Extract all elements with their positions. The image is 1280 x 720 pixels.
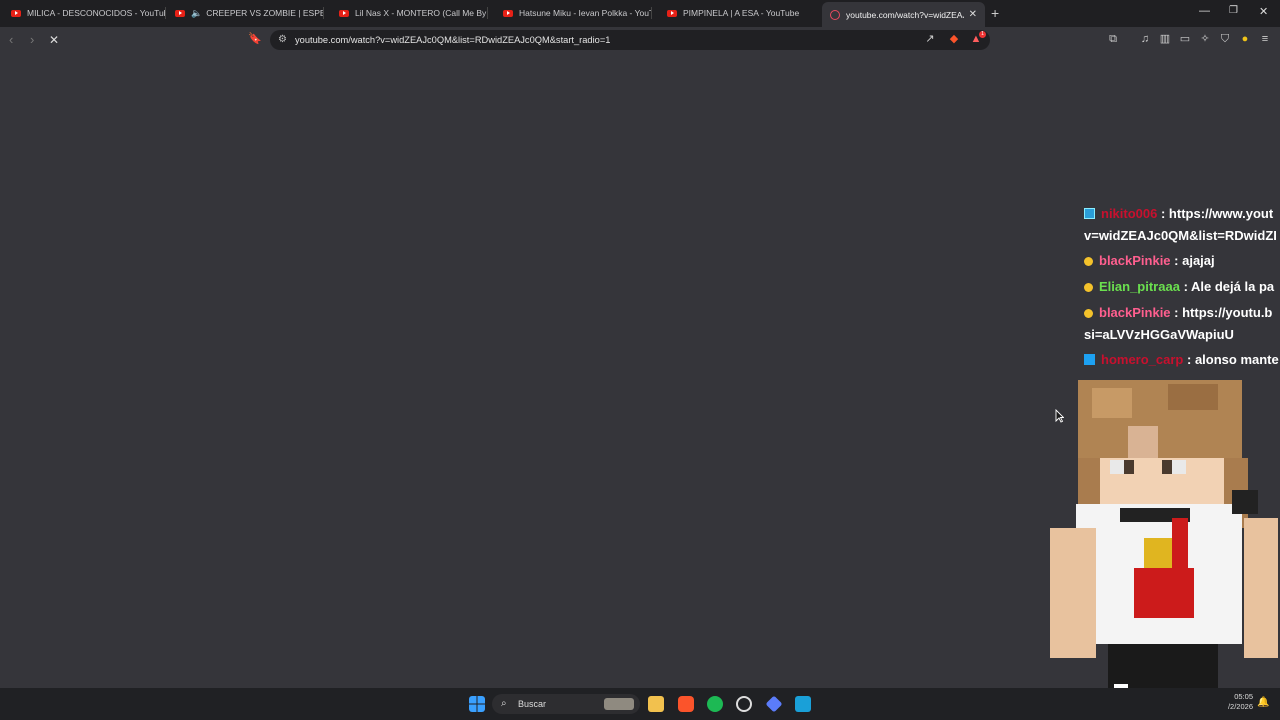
tab-label: MILICA - DESCONOCIDOS - YouTube [27,8,166,18]
chat-message-continued: si=aLVVzHGGaVWapiuU [1084,327,1234,342]
search-placeholder: Buscar [518,699,547,709]
steam-icon[interactable] [736,696,752,712]
chat-username: nikito006 [1101,206,1158,221]
share-icon[interactable]: ↗ [924,33,936,45]
rewards-badge: 1 [979,31,986,38]
notification-bell-icon[interactable]: 🔔 [1257,697,1269,708]
tab-label: Lil Nas X - MONTERO (Call Me By Yo [355,8,488,18]
chat-message-continued: v=widZEAJc0QM&list=RDwidZI [1084,228,1277,243]
browser-toolbar: ‹ › ✕ 🔖 ⚙ youtube.com/watch?v=widZEAJc0Q… [0,27,1280,53]
forward-icon[interactable]: › [30,32,34,47]
brave-shields-icon[interactable]: ◆ [948,33,960,45]
leo-ai-icon[interactable]: ✧ [1199,33,1211,45]
chat-text: : Ale dejá la pa [1183,279,1275,294]
restore-icon[interactable]: ❐ [1229,5,1238,16]
mouse-cursor-icon [1055,409,1064,423]
tab-label: Hatsune Miku - Ievan Polkka - YouTu [519,8,652,18]
spotify-icon[interactable] [707,696,723,712]
tab-strip: MILICA - DESCONOCIDOS - YouTube 🔈 CREEPE… [0,0,1280,27]
profile-icon[interactable]: ● [1239,33,1251,45]
chat-message: homero_carp : alonso mante [1084,352,1279,367]
chat-text: : alonso mante [1187,352,1279,367]
windows-taskbar: ⌕ Buscar 05:05 /2/2026 🔔 [0,688,1280,720]
tab-label: youtube.com/watch?v=widZEAJc [846,9,964,20]
chat-username: homero_carp [1101,352,1184,367]
youtube-icon [175,9,185,17]
youtube-icon [11,9,21,17]
system-clock[interactable]: 05:05 /2/2026 [1215,692,1253,712]
vpn-shield-icon[interactable]: ⛉ [1219,33,1231,45]
tab-milica[interactable]: MILICA - DESCONOCIDOS - YouTube [6,3,166,23]
loading-icon [830,9,840,20]
search-icon: ⌕ [501,698,507,709]
tab-search-icon[interactable]: ⧉ [1107,33,1119,45]
speaker-icon[interactable]: 🔈 [191,8,202,19]
brave-browser-icon[interactable] [678,696,694,712]
clock-time: 05:05 [1234,692,1253,701]
tab-active[interactable]: youtube.com/watch?v=widZEAJc ✕ [822,2,985,27]
vscode-icon[interactable] [795,696,811,712]
smile-badge-icon [1084,283,1093,292]
stop-loading-icon[interactable]: ✕ [49,33,59,47]
bookmark-icon[interactable]: 🔖 [248,33,262,45]
chat-message: blackPinkie : ajajaj [1084,253,1215,268]
youtube-icon [667,9,677,17]
tab-separator [651,7,652,19]
tab-hatsune[interactable]: Hatsune Miku - Ievan Polkka - YouTu [498,3,652,23]
new-tab-button[interactable]: + [991,5,999,21]
clock-date: /2/2026 [1227,702,1253,711]
smile-badge-icon [1084,257,1093,266]
chat-username: blackPinkie [1099,305,1171,320]
chat-message: nikito006 : https://www.yout [1084,206,1273,221]
chat-message: blackPinkie : https://youtu.b [1084,305,1272,320]
tab-pimpinela[interactable]: PIMPINELA | A ESA - YouTube [662,3,816,23]
tab-label: CREEPER VS ZOMBIE | ESPECIAL [206,8,324,18]
wallet-icon[interactable]: ▭ [1179,33,1191,45]
windows-start-icon[interactable] [469,696,485,712]
minecraft-avatar [1050,380,1278,688]
smile-badge-icon [1084,309,1093,318]
youtube-icon [339,9,349,17]
close-window-icon[interactable]: ✕ [1259,5,1268,18]
media-icon[interactable]: ♫ [1139,33,1151,45]
chat-username: Elian_pitraaa [1099,279,1180,294]
file-explorer-icon[interactable] [648,696,664,712]
back-icon[interactable]: ‹ [9,32,13,47]
chat-message: Elian_pitraaa : Ale dejá la pa [1084,279,1274,294]
subscriber-badge-icon [1084,208,1095,219]
minimize-icon[interactable]: — [1199,5,1210,17]
close-tab-icon[interactable]: ✕ [969,9,977,20]
sidebar-icon[interactable]: ▥ [1159,33,1171,45]
chat-text: : https://www.yout [1160,206,1274,221]
url-text: youtube.com/watch?v=widZEAJc0QM&list=RDw… [295,35,611,45]
arrow-badge-icon [1084,354,1095,365]
chat-text: : ajajaj [1174,253,1215,268]
chat-text: : https://youtu.b [1174,305,1273,320]
tab-creeper[interactable]: 🔈 CREEPER VS ZOMBIE | ESPECIAL [170,3,324,23]
tab-separator [487,7,488,19]
youtube-icon [503,9,513,17]
taskbar-search[interactable]: ⌕ Buscar [492,694,640,714]
site-settings-icon[interactable]: ⚙ [278,30,287,50]
tab-separator [323,7,324,19]
tab-label: PIMPINELA | A ESA - YouTube [683,8,800,18]
search-highlight-image [604,698,634,710]
address-bar[interactable]: ⚙ youtube.com/watch?v=widZEAJc0QM&list=R… [270,30,990,50]
tab-separator [165,7,166,19]
app-icon[interactable] [765,695,783,713]
tab-montero[interactable]: Lil Nas X - MONTERO (Call Me By Yo [334,3,488,23]
menu-icon[interactable]: ≡ [1259,33,1271,45]
chat-username: blackPinkie [1099,253,1171,268]
